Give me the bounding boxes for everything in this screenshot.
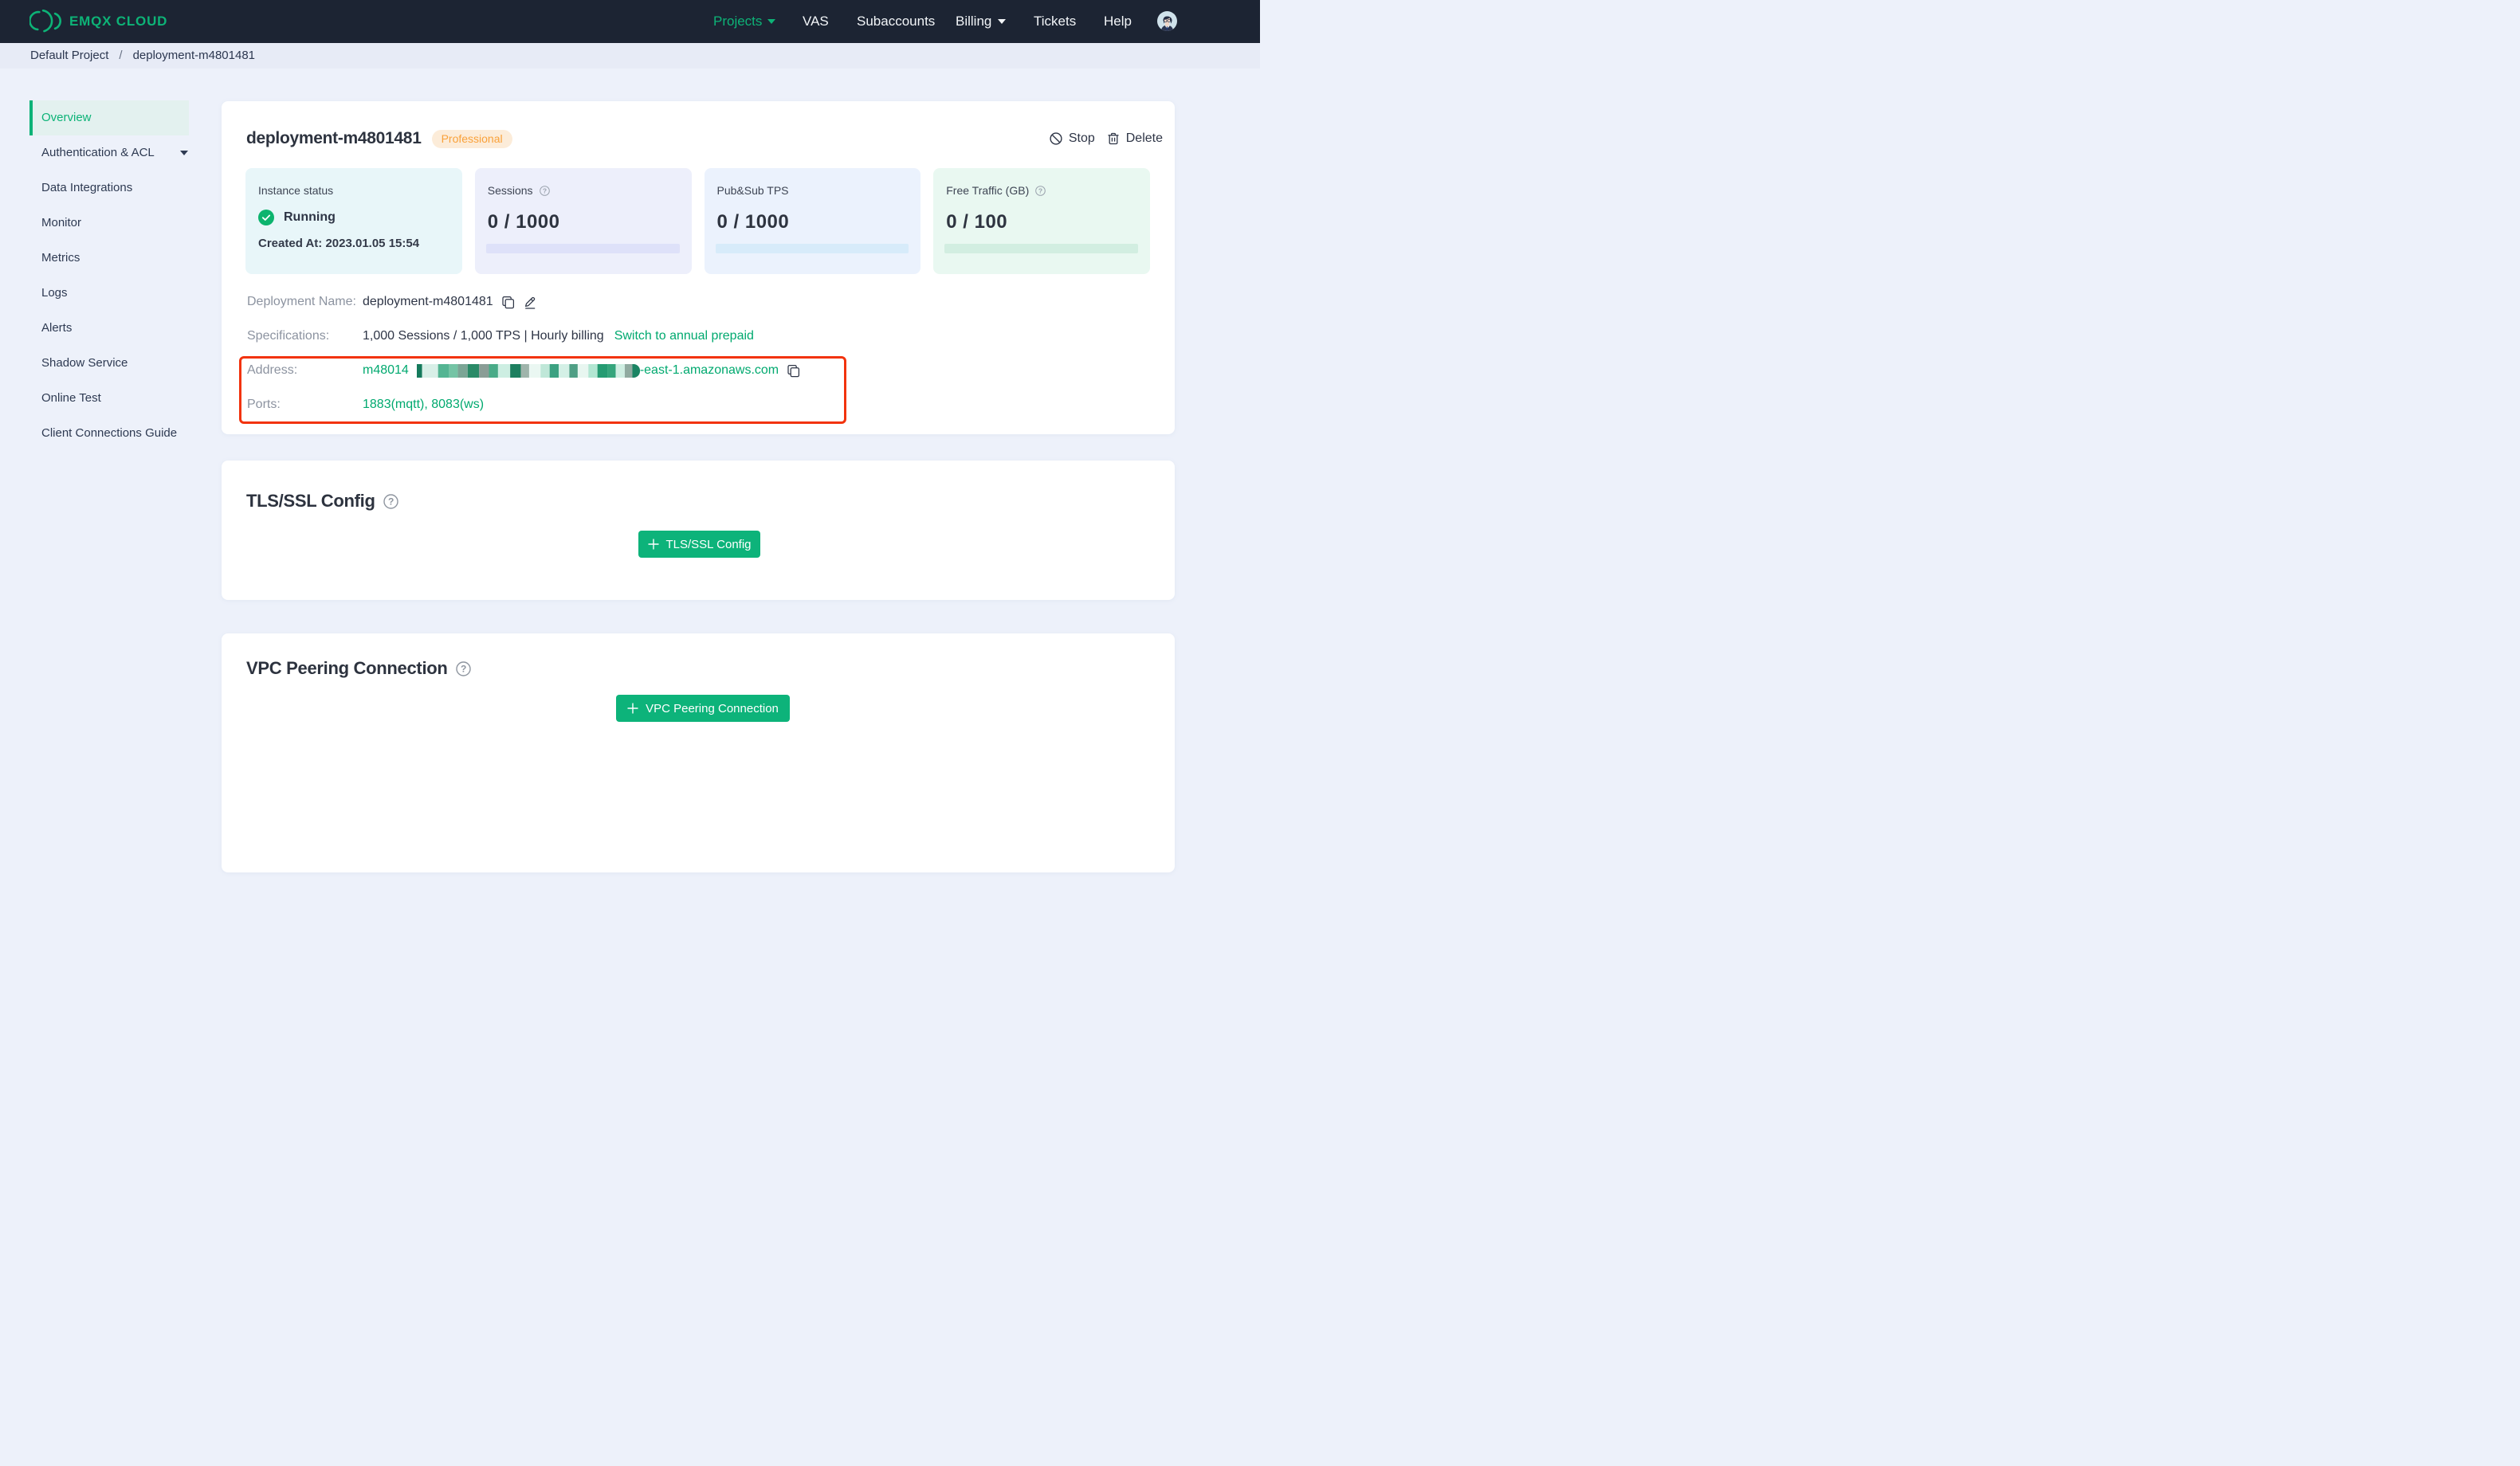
svg-text:?: ? — [388, 496, 394, 507]
svg-text:?: ? — [1038, 186, 1042, 194]
svg-text:?: ? — [542, 186, 546, 194]
svg-text:?: ? — [461, 663, 466, 674]
